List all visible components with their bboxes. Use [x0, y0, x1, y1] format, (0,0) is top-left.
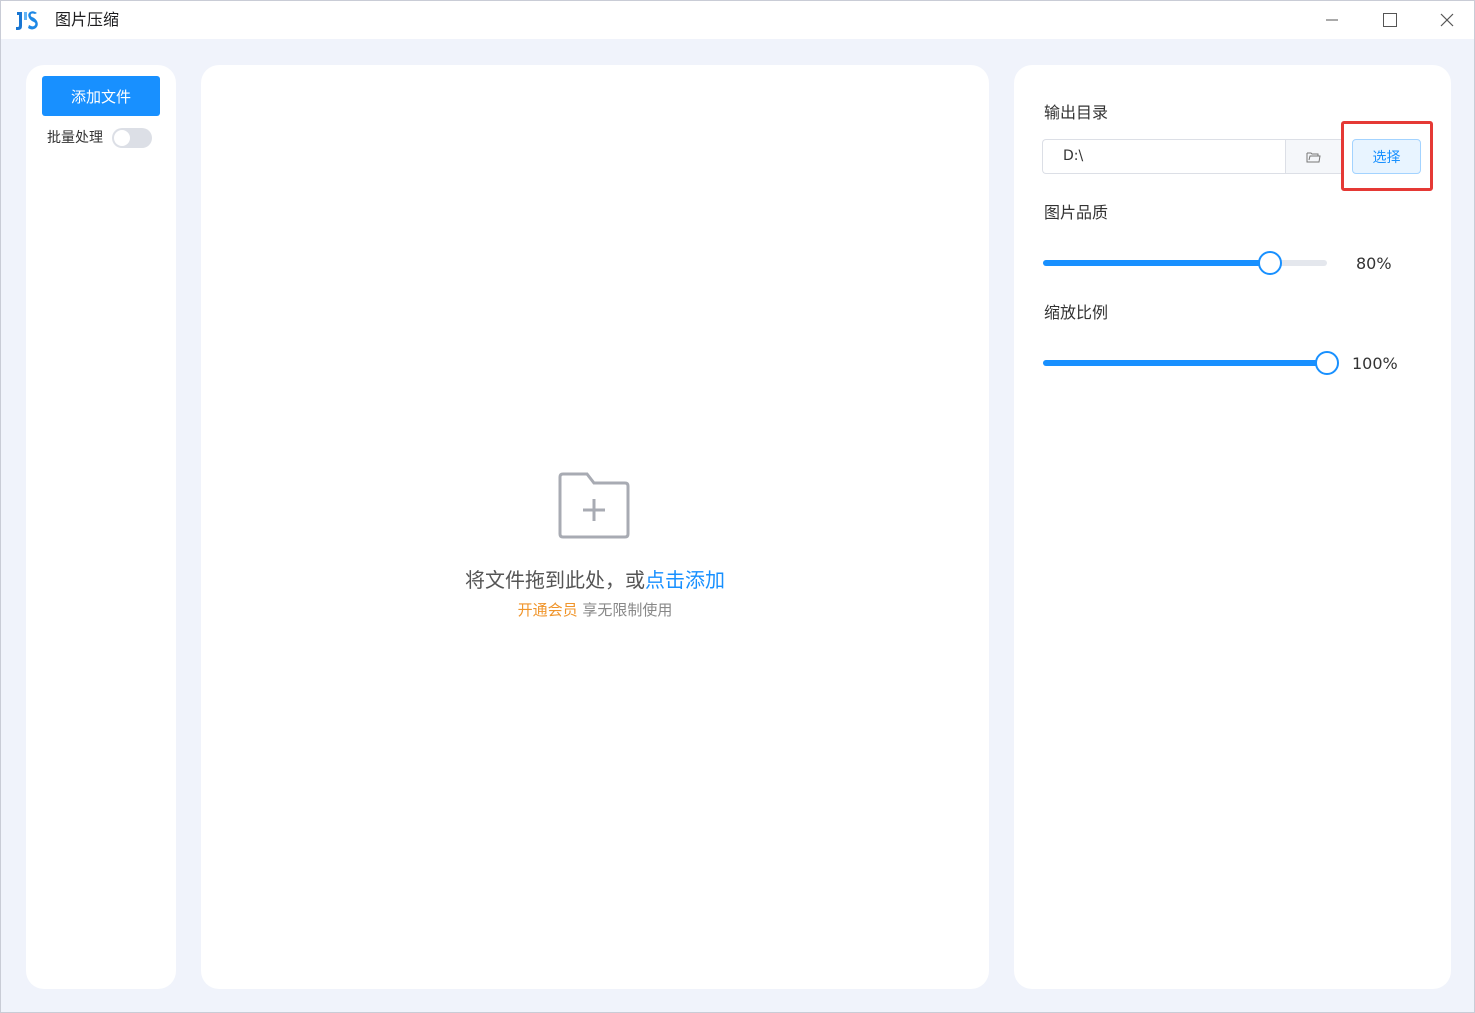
close-button[interactable]: [1419, 1, 1475, 39]
toggle-knob: [114, 130, 130, 146]
vip-link[interactable]: 开通会员: [518, 601, 578, 619]
quality-slider-thumb[interactable]: [1258, 251, 1283, 275]
scale-slider[interactable]: [1043, 351, 1339, 375]
batch-process-toggle[interactable]: [112, 128, 152, 148]
folder-open-icon: [1306, 152, 1321, 162]
app-window: 图片压缩 添加文件 批量处理 将文件拖到此处，或点击添加 开通会员 享无限制使用…: [0, 0, 1475, 1013]
scale-slider-fill: [1043, 360, 1327, 366]
scale-label: 缩放比例: [1044, 303, 1109, 322]
minimize-button[interactable]: [1304, 1, 1360, 39]
sidebar-panel: 添加文件 批量处理: [26, 65, 176, 989]
quality-slider-fill: [1043, 260, 1271, 266]
output-dir-label: 输出目录: [1044, 103, 1109, 122]
scale-slider-thumb[interactable]: [1315, 351, 1339, 375]
file-drop-zone[interactable]: 将文件拖到此处，或点击添加 开通会员 享无限制使用: [201, 65, 989, 989]
output-dir-field[interactable]: D:\: [1042, 139, 1286, 174]
close-icon: [1440, 13, 1454, 27]
quality-value: 80%: [1356, 254, 1392, 273]
scale-value: 100%: [1352, 354, 1398, 373]
maximize-button[interactable]: [1362, 1, 1418, 39]
app-logo-icon: [16, 11, 38, 30]
click-add-link[interactable]: 点击添加: [645, 568, 725, 592]
choose-dir-button[interactable]: 选择: [1352, 139, 1421, 174]
drop-instruction-text: 将文件拖到此处，或: [465, 568, 645, 592]
minimize-icon: [1326, 19, 1338, 21]
add-file-button[interactable]: 添加文件: [42, 76, 160, 116]
vip-promo: 开通会员 享无限制使用: [201, 600, 989, 620]
maximize-icon: [1383, 13, 1397, 27]
drop-panel: 将文件拖到此处，或点击添加 开通会员 享无限制使用: [201, 65, 989, 989]
vip-promo-text: 享无限制使用: [582, 601, 673, 619]
open-folder-button[interactable]: [1285, 139, 1342, 174]
quality-slider[interactable]: [1043, 251, 1327, 275]
settings-panel: 输出目录 D:\ 选择 图片品质 80% 缩放比例 100%: [1014, 65, 1451, 989]
folder-add-icon: [558, 472, 630, 539]
title-bar: 图片压缩: [1, 1, 1474, 39]
batch-process-label: 批量处理: [47, 130, 103, 146]
quality-label: 图片品质: [1044, 203, 1109, 222]
drop-instruction: 将文件拖到此处，或点击添加: [201, 567, 989, 593]
window-title: 图片压缩: [55, 10, 120, 29]
